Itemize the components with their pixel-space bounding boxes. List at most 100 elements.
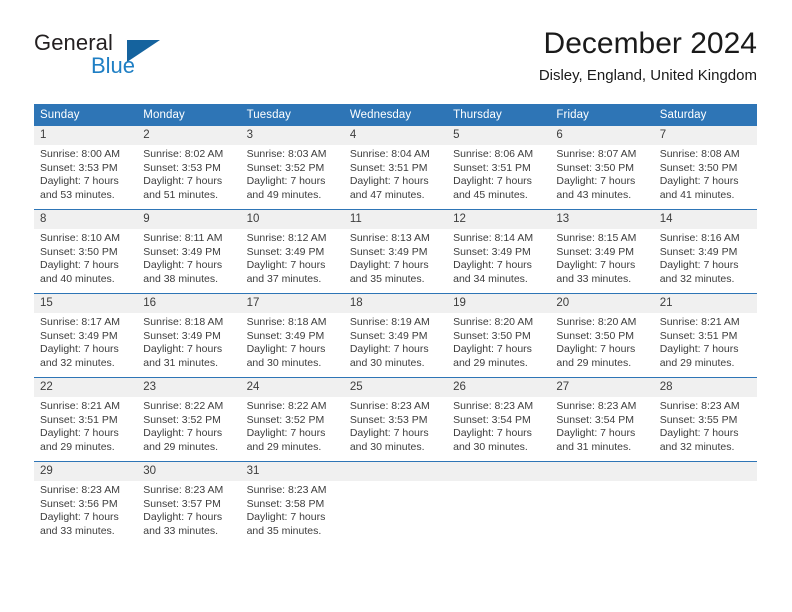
day-details: Sunrise: 8:10 AM Sunset: 3:50 PM Daylight:…: [34, 229, 137, 286]
day-details: Sunrise: 8:08 AM Sunset: 3:50 PM Daylight:…: [654, 145, 757, 202]
sunset-text: Sunset: 3:58 PM: [246, 497, 325, 510]
calendar-day-cell[interactable]: 16 Sunrise: 8:18 AM Sunset: 3:49 PM Dayligh…: [137, 293, 241, 378]
calendar-day-cell[interactable]: [550, 461, 654, 545]
sunrise-text: Sunrise: 8:20 AM: [453, 316, 534, 328]
day-details: Sunrise: 8:06 AM Sunset: 3:51 PM Daylight:…: [447, 145, 550, 202]
calendar-day-cell[interactable]: 14 Sunrise: 8:16 AM Sunset: 3:49 PM Dayligh…: [653, 209, 757, 294]
day-number: 5: [447, 126, 551, 145]
daylight-text-line1: Daylight: 7 hours: [40, 427, 119, 440]
day-number: 4: [343, 126, 448, 145]
daylight-text-line2: and 33 minutes.: [143, 524, 218, 537]
calendar-day-cell[interactable]: 12 Sunrise: 8:14 AM Sunset: 3:49 PM Dayligh…: [447, 209, 551, 294]
daylight-text-line1: Daylight: 7 hours: [349, 175, 429, 188]
calendar-day-cell[interactable]: 29 Sunrise: 8:23 AM Sunset: 3:56 PM Dayligh…: [34, 461, 138, 545]
calendar-day-cell[interactable]: 30 Sunrise: 8:23 AM Sunset: 3:57 PM Dayligh…: [137, 461, 241, 545]
calendar-day-cell[interactable]: 11 Sunrise: 8:13 AM Sunset: 3:49 PM Dayligh…: [343, 209, 448, 294]
day-number: 20: [550, 294, 654, 313]
brand-logo[interactable]: General Blue: [34, 30, 204, 88]
sunset-text: Sunset: 3:52 PM: [143, 413, 221, 426]
sunrise-text: Sunrise: 8:02 AM: [143, 148, 224, 160]
calendar-day-cell[interactable]: [343, 461, 448, 545]
daylight-text-line1: Daylight: 7 hours: [556, 343, 636, 356]
day-number: 16: [137, 294, 241, 313]
day-cell-inner: 7 Sunrise: 8:08 AM Sunset: 3:50 PM Daylight…: [653, 126, 757, 209]
day-details: Sunrise: 8:21 AM Sunset: 3:51 PM Daylight:…: [654, 313, 757, 370]
calendar-day-cell[interactable]: 24 Sunrise: 8:22 AM Sunset: 3:52 PM Dayligh…: [240, 377, 344, 462]
daylight-text-line1: Daylight: 7 hours: [453, 343, 532, 356]
calendar-day-cell[interactable]: 19 Sunrise: 8:20 AM Sunset: 3:50 PM Dayligh…: [447, 293, 551, 378]
calendar-day-cell[interactable]: 27 Sunrise: 8:23 AM Sunset: 3:54 PM Dayligh…: [550, 377, 654, 462]
daylight-text-line1: Daylight: 7 hours: [453, 427, 532, 440]
calendar-day-cell[interactable]: 4 Sunrise: 8:04 AM Sunset: 3:51 PM Daylight…: [343, 126, 448, 210]
calendar-day-cell[interactable]: 9 Sunrise: 8:11 AM Sunset: 3:49 PM Daylight…: [137, 209, 241, 294]
day-details: Sunrise: 8:21 AM Sunset: 3:51 PM Daylight:…: [34, 397, 137, 454]
calendar-day-cell[interactable]: 7 Sunrise: 8:08 AM Sunset: 3:50 PM Daylight…: [653, 126, 757, 210]
calendar-day-cell[interactable]: 5 Sunrise: 8:06 AM Sunset: 3:51 PM Daylight…: [447, 126, 551, 210]
day-number: 12: [447, 210, 551, 229]
day-details: [447, 481, 550, 484]
day-number: [550, 462, 654, 481]
day-details: [654, 481, 757, 484]
daylight-text-line1: Daylight: 7 hours: [143, 259, 223, 272]
calendar-day-cell[interactable]: 18 Sunrise: 8:19 AM Sunset: 3:49 PM Dayligh…: [343, 293, 448, 378]
day-number: 19: [447, 294, 551, 313]
day-number: 7: [653, 126, 757, 145]
sunrise-text: Sunrise: 8:20 AM: [556, 316, 637, 328]
calendar-day-cell[interactable]: 13 Sunrise: 8:15 AM Sunset: 3:49 PM Dayligh…: [550, 209, 654, 294]
day-details: Sunrise: 8:23 AM Sunset: 3:55 PM Daylight:…: [654, 397, 757, 454]
daylight-text-line2: and 41 minutes.: [659, 188, 735, 201]
calendar-day-cell[interactable]: 8 Sunrise: 8:10 AM Sunset: 3:50 PM Daylight…: [34, 209, 138, 294]
day-cell-inner: 14 Sunrise: 8:16 AM Sunset: 3:49 PM Dayligh…: [653, 210, 757, 293]
calendar-day-cell[interactable]: 22 Sunrise: 8:21 AM Sunset: 3:51 PM Dayligh…: [34, 377, 138, 462]
calendar-day-cell[interactable]: 23 Sunrise: 8:22 AM Sunset: 3:52 PM Dayligh…: [137, 377, 241, 462]
day-number: 31: [240, 462, 344, 481]
day-details: Sunrise: 8:07 AM Sunset: 3:50 PM Daylight:…: [550, 145, 653, 202]
calendar-day-cell[interactable]: 10 Sunrise: 8:12 AM Sunset: 3:49 PM Dayligh…: [240, 209, 344, 294]
sunset-text: Sunset: 3:52 PM: [246, 413, 325, 426]
day-cell-inner: 25 Sunrise: 8:23 AM Sunset: 3:53 PM Dayligh…: [343, 378, 448, 461]
day-number: 17: [240, 294, 344, 313]
day-cell-inner: 5 Sunrise: 8:06 AM Sunset: 3:51 PM Daylight…: [447, 126, 551, 209]
calendar-day-cell[interactable]: 17 Sunrise: 8:18 AM Sunset: 3:49 PM Dayligh…: [240, 293, 344, 378]
calendar-day-cell[interactable]: 1 Sunrise: 8:00 AM Sunset: 3:53 PM Daylight…: [34, 126, 138, 210]
calendar-day-cell[interactable]: 26 Sunrise: 8:23 AM Sunset: 3:54 PM Dayligh…: [447, 377, 551, 462]
calendar-day-cell[interactable]: 28 Sunrise: 8:23 AM Sunset: 3:55 PM Dayligh…: [653, 377, 757, 462]
daylight-text-line1: Daylight: 7 hours: [453, 259, 532, 272]
calendar-day-cell[interactable]: 31 Sunrise: 8:23 AM Sunset: 3:58 PM Dayligh…: [240, 461, 344, 545]
calendar-week-row: 1 Sunrise: 8:00 AM Sunset: 3:53 PM Daylight…: [34, 126, 757, 210]
day-number: 10: [240, 210, 344, 229]
sunset-text: Sunset: 3:50 PM: [556, 329, 635, 342]
weekday-header-wednesday: Wednesday: [343, 104, 448, 126]
calendar-day-cell[interactable]: 15 Sunrise: 8:17 AM Sunset: 3:49 PM Dayligh…: [34, 293, 138, 378]
sunset-text: Sunset: 3:51 PM: [453, 161, 531, 174]
day-details: Sunrise: 8:14 AM Sunset: 3:49 PM Daylight:…: [447, 229, 550, 286]
calendar-day-cell[interactable]: 2 Sunrise: 8:02 AM Sunset: 3:53 PM Daylight…: [137, 126, 241, 210]
daylight-text-line2: and 47 minutes.: [349, 188, 425, 201]
weekday-header-tuesday: Tuesday: [240, 104, 344, 126]
day-cell-inner: 16 Sunrise: 8:18 AM Sunset: 3:49 PM Dayligh…: [137, 294, 241, 377]
day-number: 14: [653, 210, 757, 229]
calendar-day-cell[interactable]: 25 Sunrise: 8:23 AM Sunset: 3:53 PM Dayligh…: [343, 377, 448, 462]
day-number: 2: [137, 126, 241, 145]
calendar-day-cell[interactable]: 21 Sunrise: 8:21 AM Sunset: 3:51 PM Dayligh…: [653, 293, 757, 378]
daylight-text-line1: Daylight: 7 hours: [349, 343, 429, 356]
day-cell-inner: 13 Sunrise: 8:15 AM Sunset: 3:49 PM Dayligh…: [550, 210, 654, 293]
day-cell-inner: 19 Sunrise: 8:20 AM Sunset: 3:50 PM Dayligh…: [447, 294, 551, 377]
sunset-text: Sunset: 3:51 PM: [349, 161, 428, 174]
calendar-week-row: 15 Sunrise: 8:17 AM Sunset: 3:49 PM Dayligh…: [34, 293, 757, 378]
day-details: Sunrise: 8:19 AM Sunset: 3:49 PM Daylight:…: [344, 313, 447, 370]
calendar-day-cell[interactable]: [653, 461, 757, 545]
daylight-text-line2: and 38 minutes.: [143, 272, 218, 285]
daylight-text-line1: Daylight: 7 hours: [40, 259, 119, 272]
calendar-day-cell[interactable]: 20 Sunrise: 8:20 AM Sunset: 3:50 PM Dayligh…: [550, 293, 654, 378]
day-details: Sunrise: 8:03 AM Sunset: 3:52 PM Daylight:…: [241, 145, 344, 202]
sunset-text: Sunset: 3:49 PM: [246, 329, 325, 342]
daylight-text-line2: and 32 minutes.: [659, 272, 735, 285]
day-number: 22: [34, 378, 138, 397]
sunset-text: Sunset: 3:55 PM: [659, 413, 738, 426]
calendar-day-cell[interactable]: 6 Sunrise: 8:07 AM Sunset: 3:50 PM Daylight…: [550, 126, 654, 210]
day-details: Sunrise: 8:18 AM Sunset: 3:49 PM Daylight:…: [241, 313, 344, 370]
calendar-day-cell[interactable]: [447, 461, 551, 545]
day-cell-inner: 21 Sunrise: 8:21 AM Sunset: 3:51 PM Dayligh…: [653, 294, 757, 377]
calendar-day-cell[interactable]: 3 Sunrise: 8:03 AM Sunset: 3:52 PM Daylight…: [240, 126, 344, 210]
